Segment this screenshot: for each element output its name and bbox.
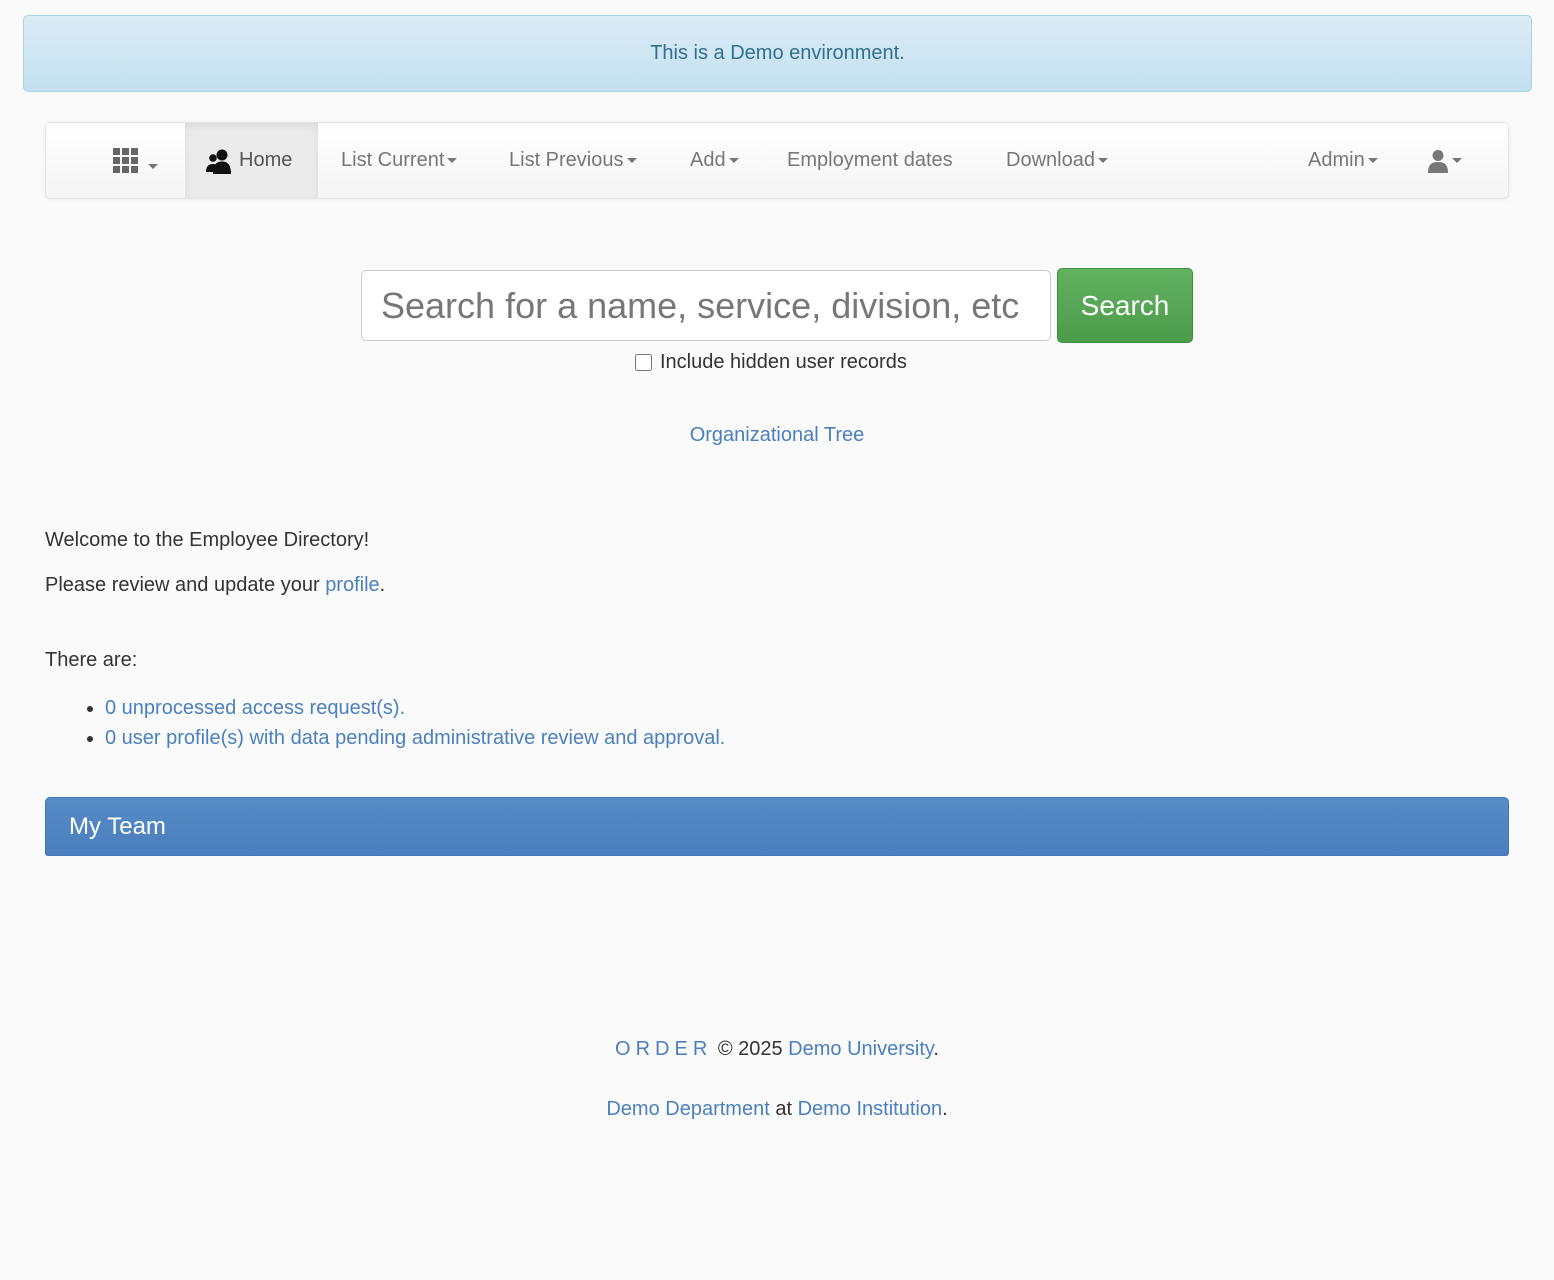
nav-list-current-label: List Current [341, 149, 445, 171]
my-team-title: My Team [69, 812, 166, 840]
nav-admin-label: Admin [1308, 149, 1365, 171]
chevron-down-icon [1097, 158, 1108, 163]
organizational-tree-link[interactable]: Organizational Tree [690, 424, 865, 446]
chevron-down-icon [1452, 158, 1462, 163]
org-tree-container: Organizational Tree [0, 424, 1554, 447]
unprocessed-access-requests-link[interactable]: 0 unprocessed access request(s). [105, 697, 405, 719]
nav-list-current[interactable]: List Current [341, 123, 458, 198]
chevron-down-icon [728, 158, 739, 163]
include-hidden-records-label: Include hidden user records [660, 350, 907, 373]
nav-employment-dates[interactable]: Employment dates [787, 123, 953, 198]
copyright-text: © 2025 [712, 1038, 789, 1060]
nav-home[interactable]: Home [185, 123, 318, 198]
nav-list-previous[interactable]: List Previous [509, 123, 637, 198]
nav-download-label: Download [1006, 149, 1095, 171]
pending-profile-reviews-link[interactable]: 0 user profile(s) with data pending admi… [105, 727, 725, 749]
nav-add[interactable]: Add [690, 123, 739, 198]
chevron-down-icon [1367, 158, 1378, 163]
search-button[interactable]: Search [1057, 268, 1193, 343]
chevron-down-icon [148, 164, 158, 169]
nav-user-menu[interactable] [1427, 123, 1462, 198]
nav-admin[interactable]: Admin [1308, 123, 1378, 198]
demo-banner-text: This is a Demo environment. [650, 42, 905, 64]
footer-period: . [942, 1098, 948, 1120]
users-icon [206, 149, 231, 174]
apps-menu-toggle[interactable] [113, 123, 185, 198]
nav-download[interactable]: Download [1006, 123, 1108, 198]
there-are-label: There are: [45, 649, 138, 671]
list-item: 0 user profile(s) with data pending admi… [105, 723, 725, 753]
apps-grid-icon [113, 148, 138, 173]
order-link[interactable]: ORDER [615, 1038, 712, 1060]
user-icon [1428, 149, 1448, 173]
chevron-down-icon [626, 158, 637, 163]
nav-add-label: Add [690, 149, 726, 171]
pending-items-list: 0 unprocessed access request(s). 0 user … [45, 693, 725, 753]
chevron-down-icon [447, 158, 458, 163]
demo-environment-banner: This is a Demo environment. [23, 15, 1532, 92]
review-prefix: Please review and update your [45, 574, 326, 596]
welcome-message: Welcome to the Employee Directory! [45, 529, 370, 551]
top-navbar: Home List Current List Previous Add Empl… [45, 122, 1509, 199]
nav-list-previous-label: List Previous [509, 149, 624, 171]
include-hidden-records-option[interactable]: Include hidden user records [634, 348, 907, 376]
nav-employment-dates-label: Employment dates [787, 149, 953, 171]
footer-period: . [933, 1038, 939, 1060]
profile-link[interactable]: profile [325, 574, 379, 596]
review-profile-message: Please review and update your profile. [45, 574, 385, 597]
list-item: 0 unprocessed access request(s). [105, 693, 725, 723]
department-link[interactable]: Demo Department [606, 1098, 769, 1120]
nav-home-label: Home [239, 149, 293, 171]
institution-link[interactable]: Demo Institution [798, 1098, 943, 1120]
university-link[interactable]: Demo University [788, 1038, 933, 1060]
include-hidden-records-checkbox[interactable] [635, 353, 652, 371]
footer-institution: Demo Department at Demo Institution. [0, 1098, 1554, 1121]
footer-at: at [769, 1098, 798, 1120]
footer-copyright: ORDER © 2025 Demo University. [0, 1038, 1554, 1061]
my-team-panel-heading: My Team [45, 797, 1509, 856]
review-suffix: . [379, 574, 386, 596]
search-input[interactable] [361, 270, 1051, 341]
